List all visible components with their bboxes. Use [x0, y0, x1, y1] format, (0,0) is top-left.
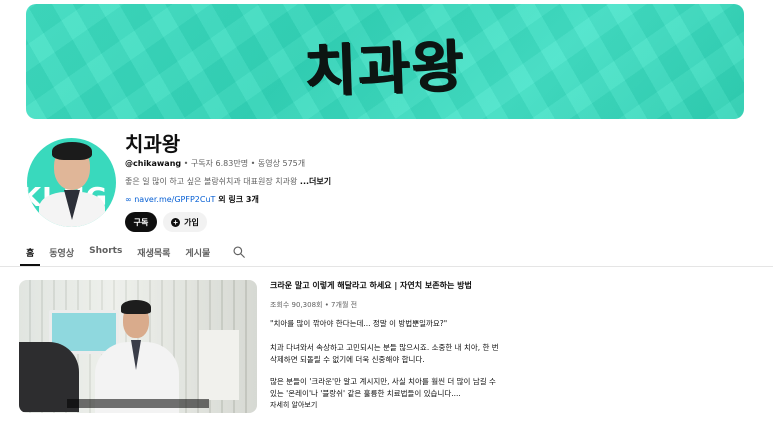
join-button[interactable]: + 가입: [163, 212, 207, 232]
tabs-divider: [0, 266, 773, 267]
description-text: 좋은 일 많이 하고 싶은 볼랑쉬치과 대표원장 치과왕: [125, 177, 300, 186]
video-description-line-2: 치과 다녀와서 속상하고 고민되시는 분들 많으시죠. 소중한 내 치아, 한 …: [270, 343, 499, 364]
avatar[interactable]: KI NG: [27, 138, 116, 227]
thumbnail-shelf: [199, 330, 239, 400]
search-icon[interactable]: [232, 245, 246, 259]
avatar-hair: [52, 142, 92, 160]
video-description-line-3: 많은 분들이 '크라운'만 알고 계시지만, 사실 치아를 훨씬 더 많이 남길…: [270, 377, 496, 398]
channel-tabs: 홈 동영상 Shorts 재생목록 게시물: [19, 243, 246, 266]
video-description-line-1: "치아를 많이 깎아야 한다는데... 정말 이 방법뿐일까요?": [270, 319, 448, 328]
thumbnail-caption-bar: [67, 399, 209, 408]
channel-links[interactable]: ∞ naver.me/GPFP2CuT 외 링크 3개: [125, 194, 259, 205]
video-title[interactable]: 크라운 말고 이렇게 해달라고 하세요 | 자연치 보존하는 방법: [270, 280, 472, 291]
channel-link[interactable]: naver.me/GPFP2CuT: [134, 195, 215, 204]
channel-description[interactable]: 좋은 일 많이 하고 싶은 볼랑쉬치과 대표원장 치과왕 ...더보기: [125, 176, 331, 187]
plus-icon: +: [171, 217, 181, 227]
join-button-label: 가입: [184, 217, 199, 227]
channel-stats: • 구독자 6.83만명 • 동영상 575개: [181, 159, 306, 168]
channel-link-extra[interactable]: 외 링크 3개: [215, 195, 259, 204]
video-thumbnail[interactable]: [19, 280, 257, 413]
subscribe-button[interactable]: 구독: [125, 212, 157, 232]
description-more-link[interactable]: ...더보기: [300, 177, 331, 186]
video-meta: 조회수 90,308회 • 7개월 전: [270, 301, 358, 309]
tab-shorts[interactable]: Shorts: [89, 243, 122, 265]
channel-name: 치과왕: [125, 132, 181, 156]
tab-videos[interactable]: 동영상: [49, 243, 74, 265]
tab-posts[interactable]: 게시물: [185, 243, 210, 265]
channel-meta: @chikawang • 구독자 6.83만명 • 동영상 575개: [125, 158, 305, 169]
tab-home[interactable]: 홈: [19, 243, 41, 266]
banner-title: 치과왕: [303, 34, 467, 105]
read-more-link[interactable]: 자세히 알아보기: [270, 400, 317, 410]
thumbnail-person-hair: [121, 300, 151, 314]
tab-playlists[interactable]: 재생목록: [137, 243, 170, 265]
channel-handle: @chikawang: [125, 159, 182, 168]
link-icon: ∞: [125, 195, 135, 204]
channel-banner: 치과왕: [26, 4, 744, 119]
